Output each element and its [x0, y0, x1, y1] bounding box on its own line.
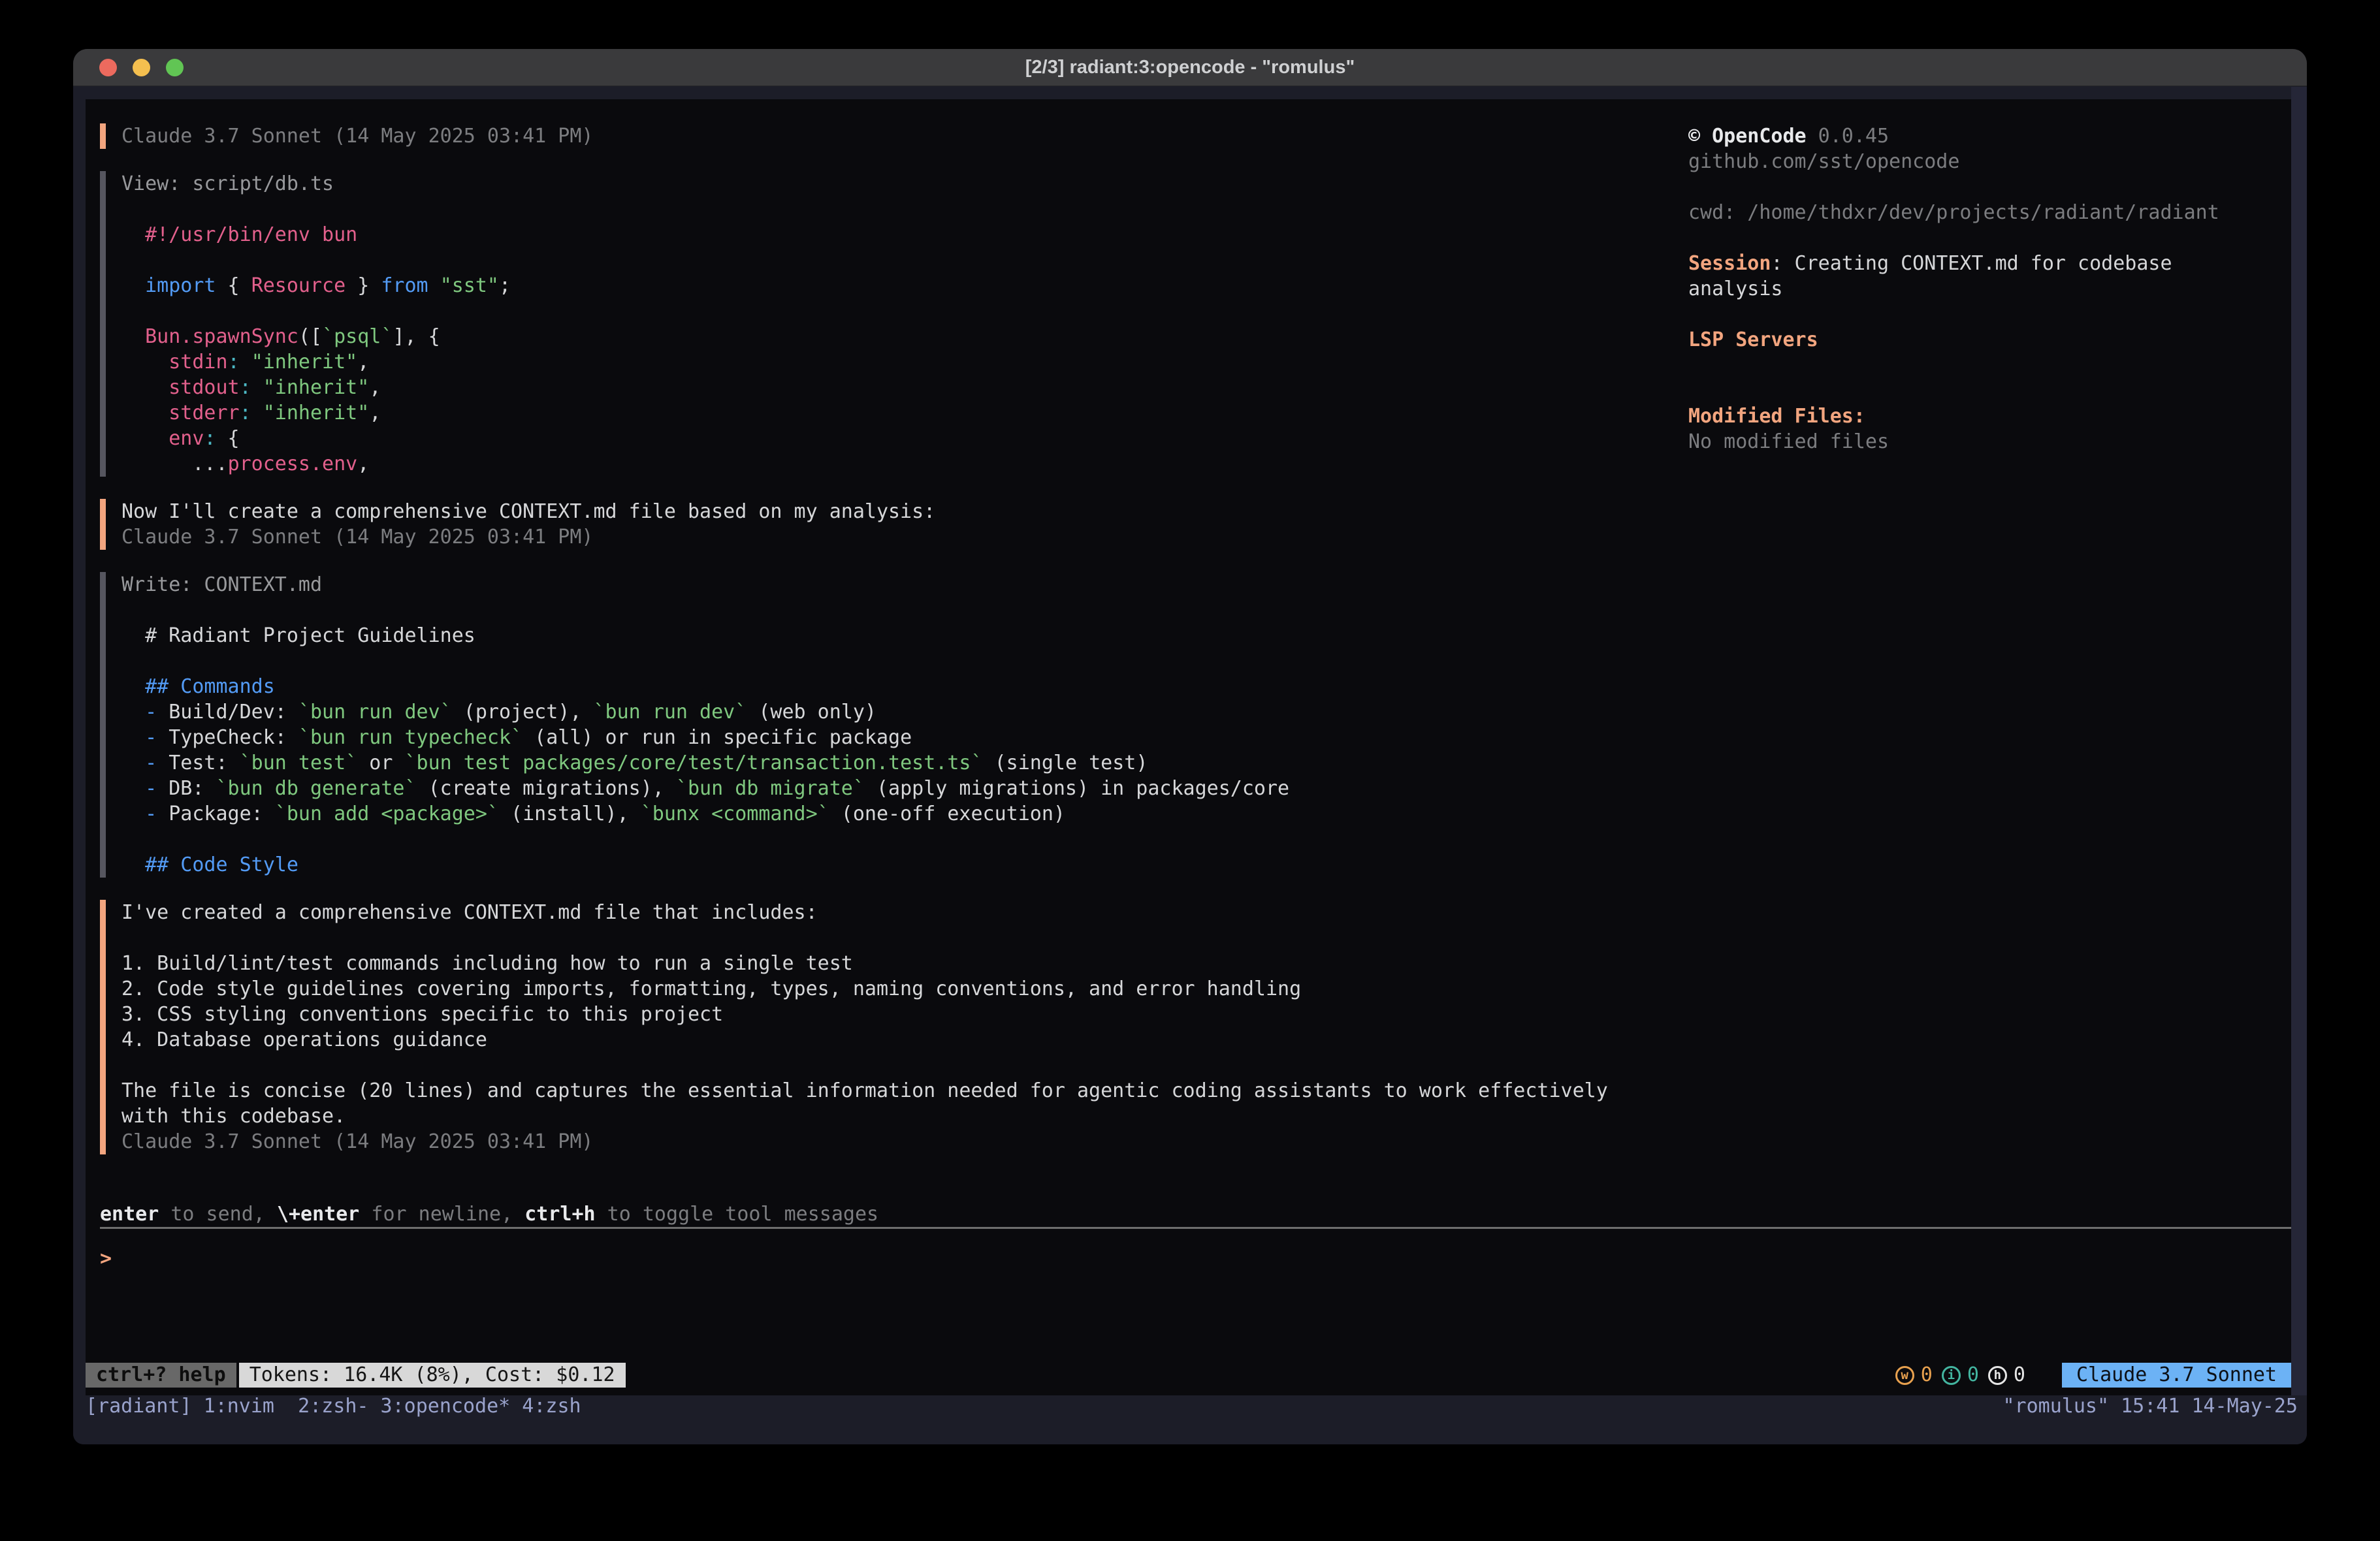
diagnostic-info: i 0	[1942, 1363, 1979, 1388]
hint-icon: h	[1988, 1366, 2007, 1385]
help-chip[interactable]: ctrl+? help	[86, 1363, 236, 1388]
chat-area: Claude 3.7 Sonnet (14 May 2025 03:41 PM)…	[100, 123, 1608, 1177]
assistant-message-block: Now I'll create a comprehensive CONTEXT.…	[100, 499, 1608, 550]
scrollbar[interactable]	[2291, 87, 2307, 1395]
tmux-window-list[interactable]: [radiant] 1:nvim 2:zsh- 3:opencode* 4:zs…	[86, 1395, 581, 1418]
info-icon: i	[1942, 1366, 1961, 1385]
input-separator	[100, 1227, 2291, 1229]
terminal-body: Claude 3.7 Sonnet (14 May 2025 03:41 PM)…	[73, 87, 2307, 1444]
terminal-window: [2/3] radiant:3:opencode - "romulus" Cla…	[73, 49, 2307, 1444]
hint-count: 0	[2014, 1363, 2025, 1388]
diagnostic-warning: w 0	[1895, 1363, 1933, 1388]
warning-icon: w	[1895, 1366, 1914, 1385]
diagnostics: w 0 i 0 h 0	[1895, 1363, 2025, 1388]
assistant-message-block: I've created a comprehensive CONTEXT.md …	[100, 900, 1608, 1154]
status-bar: ctrl+? help Tokens: 16.4K (8%), Cost: $0…	[86, 1363, 2291, 1388]
close-button[interactable]	[99, 59, 117, 76]
tool-block-write[interactable]: Write: CONTEXT.md # Radiant Project Guid…	[100, 572, 1608, 878]
tokens-cost-chip: Tokens: 16.4K (8%), Cost: $0.12	[239, 1363, 626, 1388]
window-titlebar[interactable]: [2/3] radiant:3:opencode - "romulus"	[73, 49, 2307, 86]
prompt-caret: >	[100, 1246, 112, 1271]
traffic-lights	[99, 49, 184, 86]
input-area: enter to send, \+enter for newline, ctrl…	[100, 1201, 2291, 1271]
info-count: 0	[1967, 1363, 1979, 1388]
prompt-line: >	[100, 1246, 2291, 1271]
model-chip[interactable]: Claude 3.7 Sonnet	[2062, 1363, 2291, 1388]
warning-count: 0	[1921, 1363, 1933, 1388]
diagnostic-hint: h 0	[1988, 1363, 2025, 1388]
tmux-status-bar: [radiant] 1:nvim 2:zsh- 3:opencode* 4:zs…	[86, 1395, 2298, 1418]
session-sidebar: © OpenCode 0.0.45github.com/sst/opencode…	[1688, 123, 2289, 454]
window-title: [2/3] radiant:3:opencode - "romulus"	[1025, 57, 1355, 78]
tool-block-view[interactable]: View: script/db.ts #!/usr/bin/env bun im…	[100, 171, 1608, 477]
keybind-hint: enter to send, \+enter for newline, ctrl…	[100, 1201, 2291, 1227]
tmux-session-info: "romulus" 15:41 14-May-25	[2002, 1395, 2298, 1418]
assistant-header-block: Claude 3.7 Sonnet (14 May 2025 03:41 PM)	[100, 123, 1608, 149]
opencode-panel: Claude 3.7 Sonnet (14 May 2025 03:41 PM)…	[86, 99, 2291, 1395]
prompt-input[interactable]	[112, 1246, 2291, 1271]
minimize-button[interactable]	[133, 59, 150, 76]
maximize-button[interactable]	[166, 59, 184, 76]
